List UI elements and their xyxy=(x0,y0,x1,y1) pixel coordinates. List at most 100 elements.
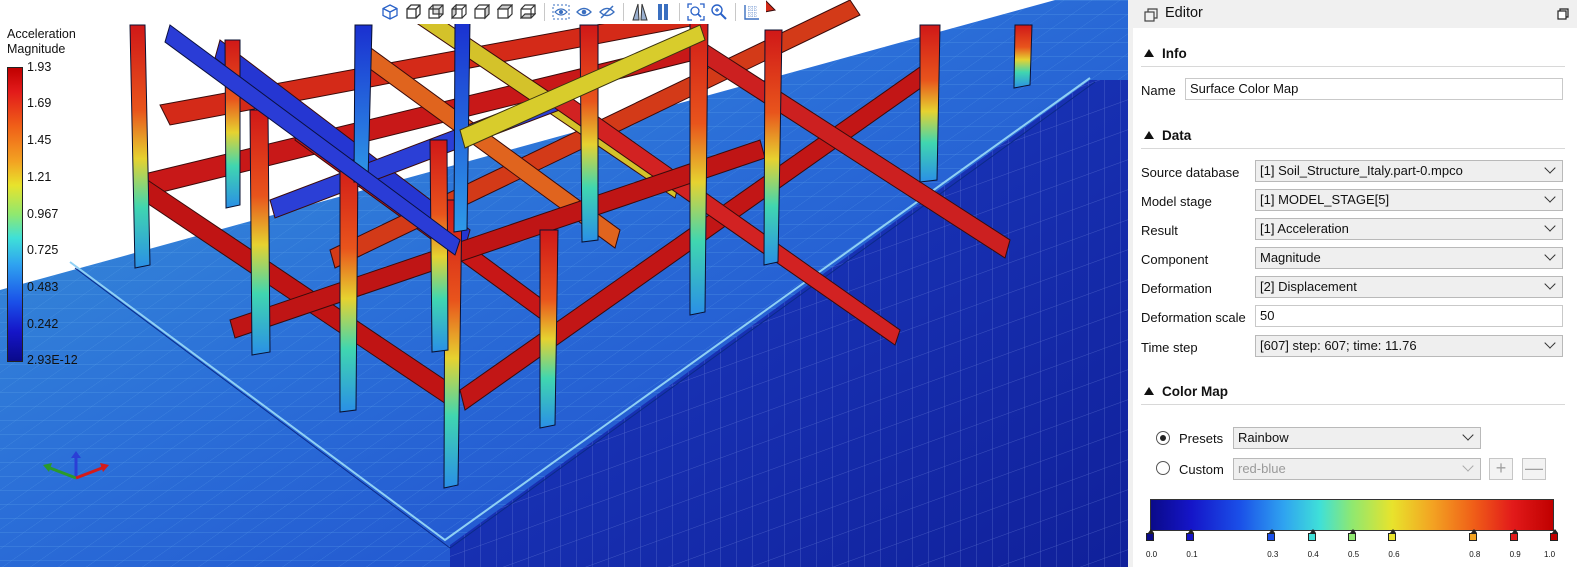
toolbar-separator xyxy=(623,3,624,21)
colormap-stop-marker[interactable] xyxy=(1469,529,1478,541)
legend-label: 0.725 xyxy=(27,243,59,257)
back-view-icon[interactable] xyxy=(426,2,446,22)
info-header-label: Info xyxy=(1162,45,1187,61)
info-section-header[interactable]: Info xyxy=(1141,40,1565,67)
parallel-icon[interactable] xyxy=(653,2,673,22)
collapse-triangle-icon xyxy=(1144,49,1154,57)
model-stage-select[interactable]: [1] MODEL_STAGE[5] xyxy=(1255,189,1563,211)
colormap-tick-label: 0.9 xyxy=(1509,550,1521,559)
data-section[interactable]: Data xyxy=(1141,122,1565,149)
hide-all-icon[interactable] xyxy=(597,2,617,22)
legend-label: 1.21 xyxy=(27,170,52,184)
colormap-stop-marker[interactable] xyxy=(1388,529,1397,541)
scale-row: Deformation scale xyxy=(1141,305,1246,329)
info-section[interactable]: Info xyxy=(1141,40,1565,67)
show-icon[interactable] xyxy=(574,2,594,22)
zoom-icon[interactable] xyxy=(709,2,729,22)
3d-viewport[interactable]: Acceleration Magnitude 1.93 1.69 1.45 1.… xyxy=(0,0,1128,567)
float-window-icon[interactable] xyxy=(1557,8,1569,20)
result-label: Result xyxy=(1141,222,1178,238)
left-view-icon[interactable] xyxy=(449,2,469,22)
editor-icon xyxy=(1144,8,1158,22)
zoom-fit-icon[interactable] xyxy=(686,2,706,22)
colormap-preview-bar[interactable] xyxy=(1150,499,1554,531)
colormap-stop-marker[interactable] xyxy=(1146,529,1154,541)
legend-label: 0.483 xyxy=(27,280,59,294)
deformation-select[interactable]: [2] Displacement xyxy=(1255,276,1563,298)
iso-view-icon[interactable] xyxy=(380,2,400,22)
right-view-icon[interactable] xyxy=(472,2,492,22)
model-render[interactable] xyxy=(0,0,1128,567)
custom-radio[interactable] xyxy=(1156,461,1170,475)
colormap-tick-label: 1.0 xyxy=(1544,550,1556,559)
component-select[interactable]: Magnitude xyxy=(1255,247,1563,269)
add-colormap-button: + xyxy=(1489,458,1513,480)
legend-title-line2: Magnitude xyxy=(7,42,66,56)
colormap-stop-marker[interactable] xyxy=(1348,529,1356,541)
top-view-icon[interactable] xyxy=(495,2,515,22)
source-database-label: Source database xyxy=(1141,164,1240,180)
colormap-tick-label: 0.1 xyxy=(1186,550,1198,559)
name-row: Name xyxy=(1141,78,1176,102)
time-step-label: Time step xyxy=(1141,339,1198,355)
remove-colormap-button: — xyxy=(1522,458,1546,480)
legend-label: 2.93E-12 xyxy=(27,353,78,367)
colormap-section[interactable]: Color Map xyxy=(1141,378,1565,405)
source-row: Source database xyxy=(1141,160,1239,184)
legend-label: 1.93 xyxy=(27,60,52,74)
legend-label: 0.967 xyxy=(27,207,59,221)
chevron-down-icon xyxy=(1544,278,1556,290)
deformation-scale-input[interactable]: 50 xyxy=(1255,305,1563,327)
stage-row: Model stage xyxy=(1141,189,1212,213)
chevron-down-icon xyxy=(1462,460,1474,472)
toolbar-separator xyxy=(735,3,736,21)
component-label: Component xyxy=(1141,251,1209,267)
view-toolbar xyxy=(376,0,766,24)
presets-select[interactable]: Rainbow xyxy=(1233,427,1481,449)
result-value: [1] Acceleration xyxy=(1260,221,1349,236)
deformation-scale-label: Deformation scale xyxy=(1141,309,1246,325)
hide-icon[interactable] xyxy=(551,2,571,22)
colormap-stop-marker[interactable] xyxy=(1267,529,1276,541)
editor-title: Editor xyxy=(1165,5,1203,21)
chevron-down-icon xyxy=(1462,429,1474,441)
colormap-stop-marker[interactable] xyxy=(1509,529,1518,541)
result-select[interactable]: [1] Acceleration xyxy=(1255,218,1563,240)
colormap-stop-marker[interactable] xyxy=(1307,529,1316,541)
chevron-down-icon xyxy=(1544,249,1556,261)
data-section-header[interactable]: Data xyxy=(1141,122,1565,149)
presets-label[interactable]: Presets xyxy=(1179,431,1223,446)
editor-panel: Editor Info Name Surface Color Map Data … xyxy=(1128,0,1577,567)
toolbar-separator xyxy=(544,3,545,21)
chevron-down-icon xyxy=(1544,162,1556,174)
legend-label: 1.69 xyxy=(27,96,52,110)
bottom-view-icon[interactable] xyxy=(518,2,538,22)
time-step-select[interactable]: [607] step: 607; time: 11.76 xyxy=(1255,335,1563,357)
colormap-tick-label: 0.4 xyxy=(1307,550,1319,559)
colormap-section-header[interactable]: Color Map xyxy=(1141,378,1565,405)
colormap-stop-marker[interactable] xyxy=(1186,529,1195,541)
name-field[interactable]: Surface Color Map xyxy=(1185,78,1563,100)
grid-icon[interactable] xyxy=(742,2,762,22)
result-row: Result xyxy=(1141,218,1178,242)
collapse-triangle-icon xyxy=(1144,387,1154,395)
front-view-icon[interactable] xyxy=(403,2,423,22)
deformation-label: Deformation xyxy=(1141,280,1212,296)
legend-color-bar xyxy=(7,67,23,362)
toolbar-separator xyxy=(679,3,680,21)
model-stage-value: [1] MODEL_STAGE[5] xyxy=(1260,192,1390,207)
perspective-icon[interactable] xyxy=(630,2,650,22)
source-database-select[interactable]: [1] Soil_Structure_Italy.part-0.mpco xyxy=(1255,160,1563,182)
presets-radio[interactable] xyxy=(1156,431,1170,445)
colormap-tick-label: 0.5 xyxy=(1348,550,1360,559)
custom-label[interactable]: Custom xyxy=(1179,462,1224,477)
chevron-down-icon xyxy=(1544,191,1556,203)
colormap-stop-marker[interactable] xyxy=(1550,529,1558,541)
legend-label: 1.45 xyxy=(27,133,52,147)
axis-triad-icon xyxy=(43,451,109,480)
colormap-tick-label: 0.6 xyxy=(1388,550,1400,559)
deformation-value: [2] Displacement xyxy=(1260,279,1357,294)
chevron-down-icon xyxy=(1544,220,1556,232)
legend-title: Acceleration Magnitude xyxy=(7,27,76,57)
colormap-tick-label: 0.3 xyxy=(1267,550,1279,559)
